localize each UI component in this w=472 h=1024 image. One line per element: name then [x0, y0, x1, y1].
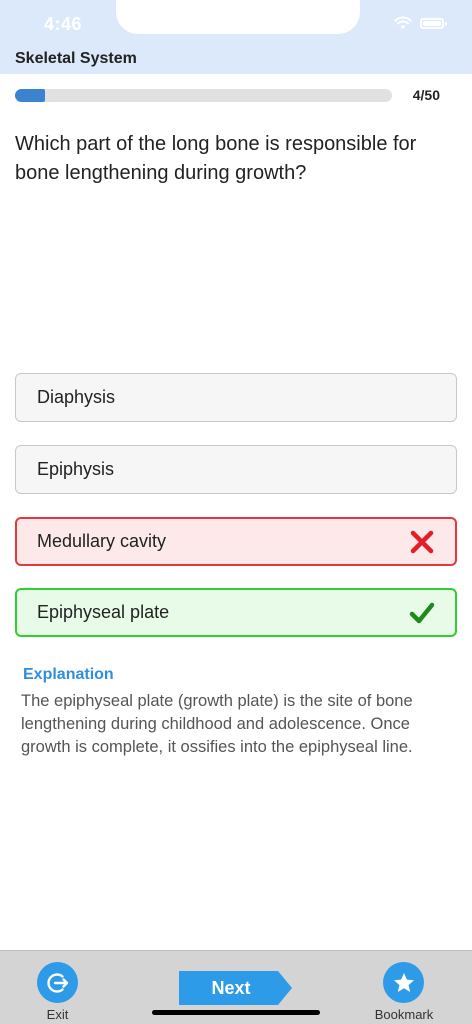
page-title: Skeletal System: [15, 50, 137, 67]
exit-icon: [45, 970, 71, 996]
next-button[interactable]: Next: [179, 971, 292, 1005]
x-icon: [409, 529, 435, 555]
wifi-icon: [394, 16, 412, 30]
next-label: Next: [211, 978, 251, 998]
star-icon: [392, 971, 416, 995]
bookmark-label[interactable]: Bookmark: [366, 1007, 442, 1022]
progress-fill: [15, 89, 46, 102]
progress-count: 4/50: [412, 87, 440, 103]
option-diaphysis[interactable]: Diaphysis: [15, 373, 457, 422]
progress-bar: [15, 89, 392, 102]
exit-label[interactable]: Exit: [27, 1007, 88, 1022]
battery-icon: [420, 17, 447, 29]
question-text: Which part of the long bone is responsib…: [15, 133, 417, 184]
explanation-title: Explanation: [23, 666, 114, 683]
option-epiphyseal-plate[interactable]: Epiphyseal plate: [15, 588, 457, 637]
header-area: 4:46 Skeletal System: [0, 0, 472, 74]
checkmark-icon: [409, 600, 435, 626]
device-notch: [116, 0, 360, 34]
status-icons: [394, 16, 447, 30]
explanation-body: The epiphyseal plate (growth plate) is t…: [21, 692, 413, 756]
status-time: 4:46: [44, 14, 83, 34]
option-label: Medullary cavity: [37, 531, 167, 551]
option-label: Epiphyseal plate: [37, 602, 170, 622]
option-label: Epiphysis: [37, 459, 115, 479]
home-indicator: [152, 1010, 320, 1015]
quiz-screen: 4:46 Skeletal System 4/50 Which part of …: [0, 0, 472, 1024]
option-epiphysis[interactable]: Epiphysis: [15, 445, 457, 494]
option-label: Diaphysis: [37, 387, 116, 407]
bookmark-button[interactable]: [383, 962, 424, 1003]
exit-button[interactable]: [37, 962, 78, 1003]
option-medullary-cavity[interactable]: Medullary cavity: [15, 517, 457, 566]
